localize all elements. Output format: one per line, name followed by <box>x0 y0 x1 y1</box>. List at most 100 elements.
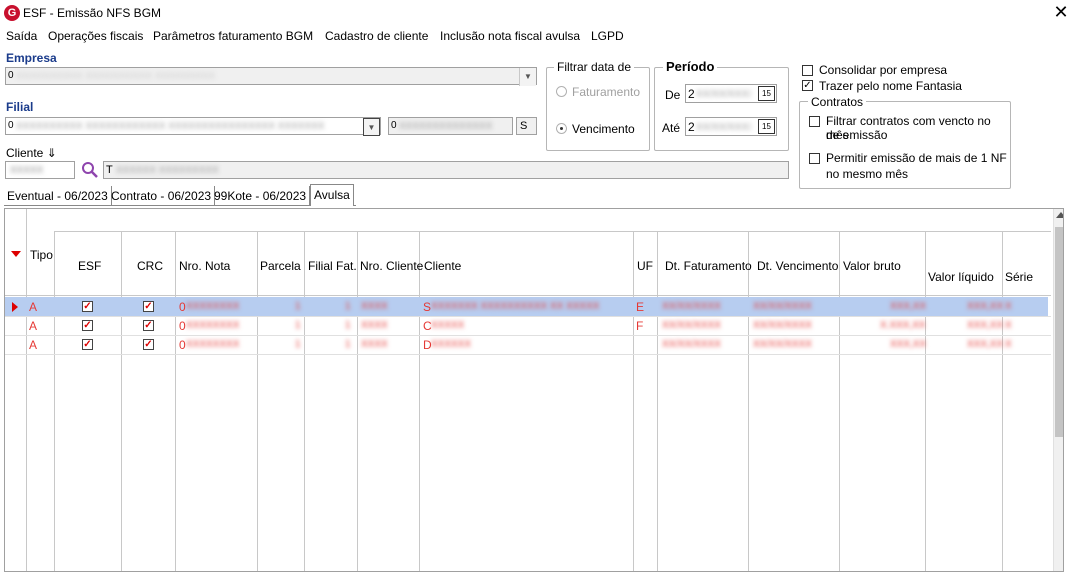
de-date-input[interactable]: 2 XX/XX/XXXX 15 <box>685 84 777 103</box>
scroll-thumb[interactable] <box>1055 227 1063 437</box>
row-cliente-blur: XXXXXX <box>431 339 472 350</box>
row-valor-bruto-blur: XXX,XX <box>890 301 927 312</box>
empresa-value: 0 <box>8 70 14 81</box>
header-filial-fat[interactable]: Filial Fat. <box>308 259 357 273</box>
header-dt-vencimento[interactable]: Dt. Vencimento <box>757 259 838 273</box>
cliente-name-field[interactable]: T XXXXXX XXXXXXXXX <box>103 161 789 179</box>
calendar-icon[interactable]: 15 <box>758 119 775 134</box>
menu-cadastro-cliente[interactable]: Cadastro de cliente <box>325 28 428 44</box>
filtrar-caption: Filtrar data de <box>554 60 635 74</box>
scroll-up-icon[interactable] <box>1056 212 1063 218</box>
chevron-down-icon[interactable]: ▼ <box>363 118 380 136</box>
header-valor-liquido[interactable]: Valor líquido <box>928 270 994 284</box>
permitir-emissao-checkbox[interactable] <box>809 153 820 164</box>
calendar-icon[interactable]: 15 <box>758 86 775 101</box>
row-tipo: A <box>29 338 38 352</box>
ate-date-value: 2 <box>688 120 695 134</box>
filial-small-field[interactable]: S <box>516 117 537 135</box>
periodo-caption: Período <box>663 59 718 74</box>
row-uf: F <box>636 319 644 333</box>
col-line <box>1002 231 1003 571</box>
row-crc-checkbox[interactable]: ✓ <box>143 301 154 312</box>
menu-parametros-faturamento[interactable]: Parâmetros faturamento BGM <box>153 28 313 44</box>
close-button[interactable]: ✕ <box>1050 2 1072 24</box>
filial-combo[interactable]: 0 XXXXXXXXXX XXXXXXXXXXXX XXXXXXXXXXXXXX… <box>5 117 381 136</box>
row-filial: 1 <box>295 320 301 331</box>
row-dt-venc-blur: XX/XX/XXXX <box>753 320 812 331</box>
header-dt-faturamento[interactable]: Dt. Faturamento <box>665 259 752 273</box>
chevron-down-icon[interactable]: ▼ <box>519 68 536 86</box>
tab-eventual[interactable]: Eventual - 06/2023 <box>4 186 112 206</box>
table-row[interactable]: A ✓ ✓ 0 XXXXXXXX 1 1 XXXX S XXXXXXX XXXX… <box>5 297 1048 316</box>
header-nro-nota[interactable]: Nro. Nota <box>179 259 230 273</box>
row-cliente-no: 1 <box>345 320 351 331</box>
header-parcela[interactable]: Parcela <box>260 259 301 273</box>
de-date-blurred: XX/XX/XXXX <box>696 89 751 100</box>
search-icon[interactable] <box>80 160 100 180</box>
filial-code-field[interactable]: 0 XXXXXXXXXXXXXX <box>388 117 513 135</box>
header-tipo[interactable]: Tipo <box>30 248 53 262</box>
row-crc-checkbox[interactable]: ✓ <box>143 339 154 350</box>
filial-label: Filial <box>6 100 34 114</box>
consolidar-label: Consolidar por empresa <box>819 63 948 77</box>
header-serie[interactable]: Série <box>1005 270 1033 284</box>
header-cliente[interactable]: Cliente <box>424 259 461 273</box>
col-line <box>357 231 358 571</box>
menu-saida[interactable]: Saída <box>6 28 37 44</box>
col-line <box>257 231 258 571</box>
col-line <box>419 231 420 571</box>
row-cliente-no: 1 <box>345 301 351 312</box>
ate-date-input[interactable]: 2 XX/XX/XXXX 15 <box>685 117 777 136</box>
tab-avulsa[interactable]: Avulsa <box>310 184 354 206</box>
header-esf[interactable]: ESF <box>78 259 101 273</box>
cliente-name-blurred: XXXXXX XXXXXXXXX <box>116 165 219 176</box>
row-serie-blur: X <box>1005 320 1012 331</box>
col-line <box>175 231 176 571</box>
row-esf-checkbox[interactable]: ✓ <box>82 301 93 312</box>
cliente-name-value: T <box>106 164 113 176</box>
row-nota-blur: XXXXXXXX <box>186 301 240 312</box>
de-label: De <box>665 88 681 102</box>
tab-99kote[interactable]: 99Kote - 06/2023 <box>211 186 311 206</box>
ate-date-blurred: XX/XX/XXXX <box>696 122 751 133</box>
row-valor-liquido-blur: XXX,XX <box>967 320 1004 331</box>
filial-value: 0 <box>8 120 14 131</box>
row-nota: 0 <box>179 338 186 352</box>
periodo-group: Período De 2 XX/XX/XXXX 15 Até 2 XX/XX/X… <box>654 59 789 151</box>
row-cliente-no-blur: XXXX <box>361 301 388 312</box>
filtrar-data-group: Filtrar data de Faturamento Vencimento <box>546 60 650 151</box>
row-dt-fat-blur: XX/XX/XXXX <box>662 301 721 312</box>
col-line <box>54 231 55 571</box>
header-crc[interactable]: CRC <box>137 259 163 273</box>
contratos-group: Contratos Filtrar contratos com vencto n… <box>799 95 1011 189</box>
col-line <box>26 209 27 571</box>
table-row[interactable]: A ✓ ✓ 0 XXXXXXXX 1 1 XXXX D XXXXXX XX/XX… <box>5 335 1048 354</box>
row-line <box>5 354 1051 355</box>
trazer-checkbox[interactable]: ✓ <box>802 80 813 91</box>
consolidar-checkbox[interactable] <box>802 65 813 76</box>
vertical-scrollbar[interactable] <box>1053 209 1063 571</box>
trazer-label: Trazer pelo nome Fantasia <box>819 79 962 93</box>
de-date-value: 2 <box>688 87 695 101</box>
row-crc-checkbox[interactable]: ✓ <box>143 320 154 331</box>
tab-contrato[interactable]: Contrato - 06/2023 <box>108 186 216 206</box>
menu-inclusao-nota-avulsa[interactable]: Inclusão nota fiscal avulsa <box>440 28 580 44</box>
empresa-combo[interactable]: 0 XXXXXXXXXX XXXXXXXXXX XXXXXXXXX ▼ <box>5 67 537 86</box>
row-cliente: S <box>423 300 432 314</box>
radio-vencimento[interactable] <box>556 123 567 134</box>
header-nro-cliente[interactable]: Nro. Cliente <box>360 259 423 273</box>
radio-faturamento[interactable] <box>556 86 567 97</box>
header-valor-bruto[interactable]: Valor bruto <box>843 259 901 273</box>
filtrar-contratos-checkbox[interactable] <box>809 116 820 127</box>
menu-lgpd[interactable]: LGPD <box>591 28 624 44</box>
sort-indicator-icon[interactable] <box>11 251 21 257</box>
menu-operacoes-fiscais[interactable]: Operações fiscais <box>48 28 143 44</box>
empresa-blurred: XXXXXXXXXX XXXXXXXXXX XXXXXXXXX <box>16 71 215 82</box>
row-filial: 1 <box>295 301 301 312</box>
row-esf-checkbox[interactable]: ✓ <box>82 320 93 331</box>
table-row[interactable]: A ✓ ✓ 0 XXXXXXXX 1 1 XXXX C XXXXX F XX/X… <box>5 316 1048 335</box>
header-uf[interactable]: UF <box>637 259 653 273</box>
cliente-code-input[interactable]: XXXXX <box>5 161 75 179</box>
row-esf-checkbox[interactable]: ✓ <box>82 339 93 350</box>
notes-grid[interactable]: Tipo ESF CRC Nro. Nota Parcela Filial Fa… <box>4 208 1064 572</box>
